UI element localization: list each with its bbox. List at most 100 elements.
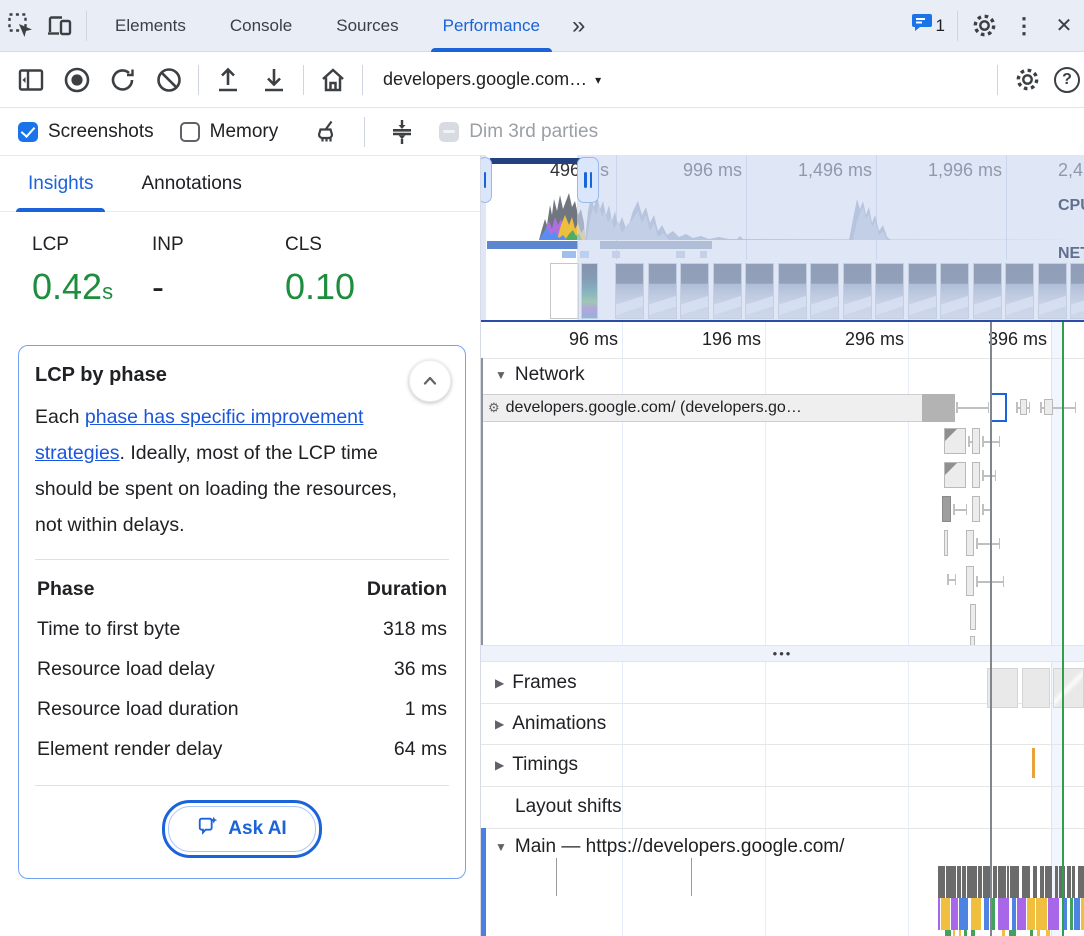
record-and-reload-icon[interactable] — [100, 58, 146, 102]
record-icon[interactable] — [54, 58, 100, 102]
range-handle-left[interactable] — [481, 157, 492, 203]
range-handle-right[interactable] — [577, 157, 599, 203]
table-row: Element render delay64 ms — [35, 729, 449, 769]
tab-sources[interactable]: Sources — [314, 0, 420, 52]
screenshot-thumbnail[interactable] — [1005, 263, 1034, 319]
device-toolbar-icon[interactable] — [40, 6, 80, 46]
collapse-tracks-icon[interactable] — [379, 110, 425, 154]
help-icon[interactable]: ? — [1050, 58, 1084, 102]
tabbar-right-controls: 1 ⋮ ✕ — [911, 6, 1084, 46]
timing-marker[interactable] — [1032, 748, 1035, 778]
capture-settings-gear-icon[interactable] — [1004, 58, 1050, 102]
issues-counter[interactable]: 1 — [911, 13, 945, 38]
cpu-activity-chart — [481, 185, 1084, 240]
settings-gear-icon[interactable] — [964, 6, 1004, 46]
main-activity-bar — [945, 930, 950, 936]
frame-thumbnail[interactable] — [1022, 668, 1050, 708]
metric-cls[interactable]: CLS 0.10 — [285, 234, 405, 308]
frame-thumbnail[interactable] — [987, 668, 1018, 708]
inspect-element-icon[interactable] — [0, 6, 40, 46]
screenshot-thumbnail[interactable] — [648, 263, 677, 319]
track-resize-handle[interactable]: ••• — [481, 645, 1084, 662]
screenshot-thumbnail[interactable] — [680, 263, 709, 319]
screenshot-thumbnail[interactable] — [908, 263, 937, 319]
screenshot-thumbnail[interactable] — [1038, 263, 1067, 319]
main-task-tick — [691, 858, 692, 896]
main-track-header[interactable]: ▼ Main — https://developers.google.com/ — [495, 836, 844, 858]
layout-shifts-track-header[interactable]: Layout shifts — [515, 796, 622, 818]
collapse-card-button[interactable] — [409, 360, 451, 402]
toggle-sidebar-icon[interactable] — [8, 58, 54, 102]
frame-thumbnail[interactable] — [1053, 668, 1084, 708]
screenshot-thumbnail[interactable] — [615, 263, 644, 319]
animations-track-header[interactable]: ▶ Animations — [495, 713, 606, 735]
history-dropdown-label: developers.google.com… — [383, 69, 587, 90]
screenshot-thumbnail[interactable] — [973, 263, 1002, 319]
selected-network-request[interactable] — [990, 393, 1007, 422]
screenshot-thumbnail[interactable] — [940, 263, 969, 319]
garbage-collect-icon[interactable] — [304, 110, 350, 154]
download-profile-icon[interactable] — [251, 58, 297, 102]
memory-checkbox[interactable] — [180, 122, 200, 142]
request-gear-icon: ⚙ — [488, 400, 500, 416]
net-activity-chip — [580, 251, 589, 258]
card-description: Each phase has specific improvement stra… — [35, 399, 427, 543]
screenshot-thumbnail[interactable] — [1070, 263, 1084, 319]
net-activity-bar — [487, 241, 578, 249]
main-task-bar — [1067, 866, 1072, 898]
screenshot-thumbnail[interactable] — [810, 263, 839, 319]
timeline-overview[interactable]: 496 ms996 ms1,496 ms1,996 ms2,496 ms — [481, 155, 1084, 322]
frames-track-header[interactable]: ▶ Frames — [495, 672, 577, 694]
tab-performance[interactable]: Performance — [421, 0, 562, 52]
screenshots-checkbox[interactable] — [18, 122, 38, 142]
upload-profile-icon[interactable] — [205, 58, 251, 102]
tab-insights[interactable]: Insights — [16, 156, 105, 212]
screenshot-thumbnail[interactable] — [713, 263, 742, 319]
main-activity-bar — [1074, 898, 1080, 930]
kebab-menu-icon[interactable]: ⋮ — [1004, 6, 1044, 46]
screenshot-thumbnail[interactable] — [745, 263, 774, 319]
network-request-bar — [944, 530, 948, 556]
timings-track-header[interactable]: ▶ Timings — [495, 754, 578, 776]
main-task-bar — [967, 866, 977, 898]
memory-label[interactable]: Memory — [210, 121, 279, 143]
table-row: Resource load delay36 ms — [35, 649, 449, 689]
screenshot-thumbnail[interactable] — [581, 263, 598, 319]
network-request-bar — [1044, 399, 1053, 415]
main-task-tick — [556, 858, 557, 896]
screenshots-label[interactable]: Screenshots — [48, 121, 154, 143]
screenshot-thumbnail[interactable] — [843, 263, 872, 319]
more-tabs-icon[interactable]: » — [562, 12, 593, 40]
main-activity-bar — [1027, 898, 1035, 930]
tab-console[interactable]: Console — [208, 0, 314, 52]
main-activity-bar — [1017, 898, 1027, 930]
screenshot-thumbnail-blank[interactable] — [550, 263, 579, 319]
main-task-bar — [1040, 866, 1044, 898]
timeline-details[interactable]: 96 ms196 ms296 ms396 ms ▼ Network ⚙ deve… — [481, 322, 1084, 936]
tab-annotations[interactable]: Annotations — [129, 156, 253, 212]
divider — [364, 117, 365, 147]
home-icon[interactable] — [310, 58, 356, 102]
network-request-main-document[interactable]: ⚙ developers.google.com/ (developers.go… — [481, 394, 955, 422]
clear-icon[interactable] — [146, 58, 192, 102]
network-request-bar — [970, 604, 976, 630]
screenshot-thumbnail[interactable] — [778, 263, 807, 319]
screenshot-thumbnail[interactable] — [875, 263, 904, 319]
table-row: Time to first byte318 ms — [35, 609, 449, 649]
network-track-header[interactable]: ▼ Network — [495, 364, 585, 386]
main-activity-bar — [1048, 898, 1058, 930]
metric-lcp[interactable]: LCP 0.42s — [32, 234, 152, 308]
expand-triangle-icon: ▶ — [495, 758, 504, 772]
close-devtools-icon[interactable]: ✕ — [1044, 6, 1084, 46]
main-task-bar — [1033, 866, 1037, 898]
metric-inp[interactable]: INP - — [152, 234, 285, 308]
ask-ai-button[interactable]: Ask AI — [162, 800, 321, 858]
tab-elements[interactable]: Elements — [93, 0, 208, 52]
network-request-bar — [953, 509, 967, 511]
history-dropdown[interactable]: developers.google.com… ▾ — [369, 69, 615, 90]
network-request-bar — [972, 428, 980, 454]
net-activity-chip — [612, 251, 620, 258]
network-request-bar — [944, 428, 966, 454]
main-activity-bar — [1070, 898, 1073, 930]
dim-3rd-parties-checkbox[interactable] — [439, 122, 459, 142]
